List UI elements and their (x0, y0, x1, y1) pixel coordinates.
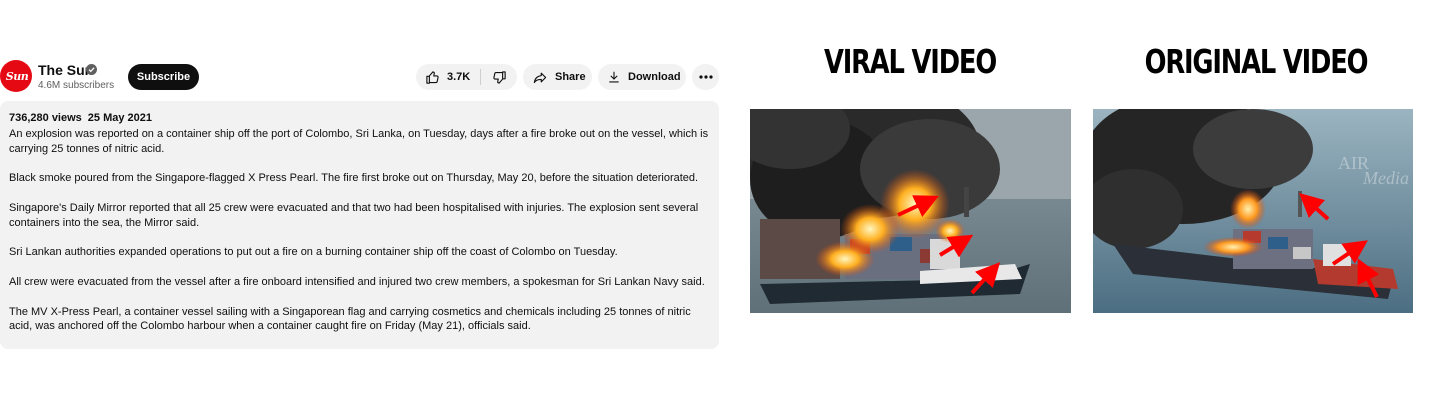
more-actions-button[interactable] (692, 64, 719, 90)
original-ship-fire-image: AIR Media (1093, 109, 1413, 313)
share-label: Share (555, 71, 586, 83)
share-button[interactable]: Share (523, 64, 592, 90)
original-video-frame: AIR Media (1093, 109, 1413, 313)
description-paragraph: The MV X-Press Pearl, a container vessel… (9, 305, 691, 333)
video-description[interactable]: 736,280 views 25 May 2021 An explosion wa… (0, 101, 719, 349)
thumbs-up-icon (426, 70, 439, 84)
channel-avatar[interactable]: Sun (0, 60, 32, 92)
download-label: Download (628, 71, 681, 83)
subscriber-count: 4.6M subscribers (38, 80, 115, 91)
viral-video-heading: VIRAL VIDEO (823, 42, 997, 81)
like-count: 3.7K (447, 71, 471, 83)
description-paragraph: An explosion was reported on a container… (9, 128, 709, 155)
description-paragraph: All crew were evacuated from the vessel … (9, 275, 705, 288)
description-paragraph: Black smoke poured from the Singapore-fl… (9, 172, 699, 185)
video-meta: 736,280 views 25 May 2021 (9, 112, 710, 125)
viral-video-frame (750, 109, 1071, 313)
download-button[interactable]: Download (598, 64, 686, 90)
share-icon (533, 72, 547, 83)
avatar-logo-text: Sun (5, 69, 29, 83)
like-button[interactable]: 3.7K (416, 64, 480, 90)
like-dislike-group: 3.7K (416, 64, 517, 90)
more-icon (698, 75, 713, 79)
dislike-button[interactable] (481, 64, 517, 90)
view-count: 736,280 views (9, 112, 82, 124)
watermark-media: Media (1362, 168, 1409, 188)
description-paragraph: Sri Lankan authorities expanded operatio… (9, 246, 618, 259)
original-video-heading: ORIGINAL VIDEO (1144, 42, 1369, 81)
verified-icon (86, 64, 97, 75)
viral-ship-fire-image (750, 109, 1071, 313)
channel-name[interactable]: The Sun (38, 62, 93, 78)
subscribe-button[interactable]: Subscribe (128, 64, 199, 90)
download-icon (609, 71, 619, 83)
thumbs-down-icon (492, 70, 506, 84)
description-paragraph: Singapore's Daily Mirror reported that a… (9, 201, 699, 229)
upload-date: 25 May 2021 (87, 112, 153, 124)
